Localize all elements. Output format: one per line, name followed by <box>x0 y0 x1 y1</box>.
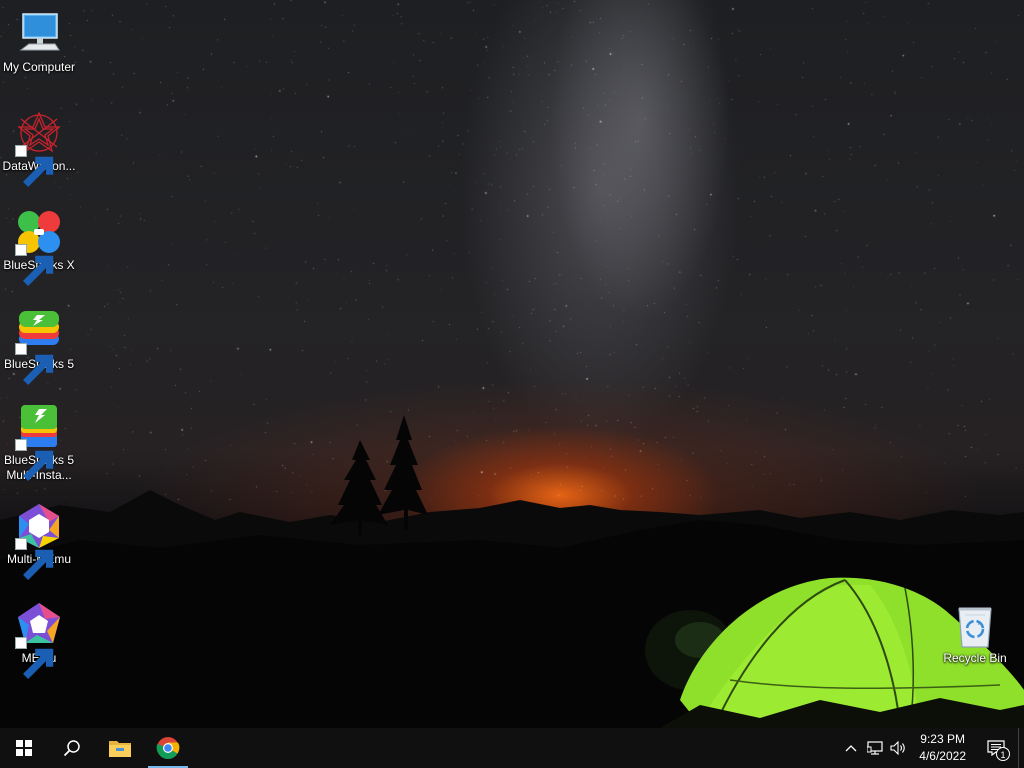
shortcut-arrow-icon <box>15 637 54 679</box>
multi-memu-icon <box>15 502 63 580</box>
datawagon-icon <box>15 109 63 187</box>
show-hidden-icons-button[interactable] <box>839 728 863 768</box>
taskbar-clock[interactable]: 9:23 PM 4/6/2022 <box>911 731 974 765</box>
start-button[interactable] <box>0 728 48 768</box>
landscape-silhouette <box>0 415 1024 728</box>
action-center-button[interactable]: 1 <box>974 728 1018 768</box>
shortcut-arrow-icon <box>15 439 54 481</box>
desktop-icon-multi-memu[interactable]: Multi-MEmu <box>1 502 77 580</box>
desktop-icon-my-computer[interactable]: My Computer <box>1 10 77 75</box>
desktop-icon-datawagon[interactable]: DataWagon... <box>1 109 77 187</box>
file-explorer-button[interactable] <box>96 728 144 768</box>
notification-count-badge: 1 <box>996 747 1010 761</box>
shortcut-arrow-icon <box>15 538 54 580</box>
search-button[interactable] <box>48 728 96 768</box>
bluestacks-x-icon <box>15 208 63 286</box>
desktop-wallpaper <box>0 0 1024 728</box>
chrome-icon <box>156 737 180 759</box>
bluestacks-5-icon <box>15 307 63 385</box>
folder-icon <box>109 741 131 757</box>
network-icon <box>867 741 883 755</box>
system-tray: 9:23 PM 4/6/2022 1 <box>839 728 1024 768</box>
desktop-icon-bluestacks-multi-instance[interactable]: BlueStacks 5 Multi-Insta... <box>1 403 77 483</box>
show-desktop-button[interactable] <box>1018 728 1024 768</box>
volume-button[interactable] <box>887 728 911 768</box>
recycle-bin-icon <box>951 601 999 649</box>
shortcut-arrow-icon <box>15 343 54 385</box>
desktop-icon-memu[interactable]: MEmu <box>1 601 77 679</box>
desktop-icon-bluestacks-x[interactable]: BlueStacks X <box>1 208 77 286</box>
windows-logo-icon <box>16 740 32 756</box>
shortcut-arrow-icon <box>15 244 54 286</box>
volume-icon <box>890 741 906 755</box>
clock-time: 9:23 PM <box>920 732 965 746</box>
desktop-icon-recycle-bin[interactable]: Recycle Bin <box>937 601 1013 666</box>
clock-date: 4/6/2022 <box>919 749 966 763</box>
desktop-icon-bluestacks-5[interactable]: BlueStacks 5 <box>1 307 77 385</box>
search-icon <box>63 740 80 757</box>
desktop-icon-label: Recycle Bin <box>943 651 1007 665</box>
desktop-icon-label: My Computer <box>2 60 76 74</box>
computer-icon <box>15 10 63 58</box>
memu-icon <box>15 601 63 679</box>
chrome-button[interactable] <box>144 728 192 768</box>
chevron-up-icon <box>845 745 857 752</box>
bluestacks-multi-instance-icon <box>15 403 63 481</box>
taskbar: 9:23 PM 4/6/2022 1 <box>0 728 1024 768</box>
network-button[interactable] <box>863 728 887 768</box>
shortcut-arrow-icon <box>15 145 54 187</box>
